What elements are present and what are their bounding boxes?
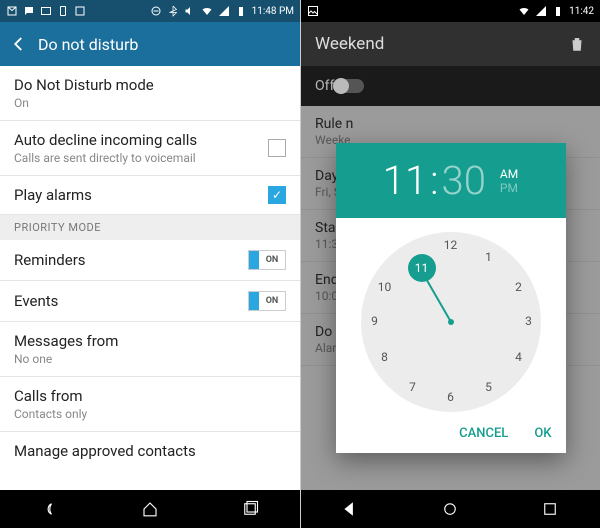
battery-icon <box>552 5 564 17</box>
nav-back-icon[interactable] <box>342 500 360 518</box>
section-priority-mode: PRIORITY MODE <box>0 215 300 240</box>
nav-recent-icon[interactable] <box>241 500 259 518</box>
off-row[interactable]: Off <box>301 66 600 106</box>
clock-num-11[interactable]: 11 <box>403 250 423 264</box>
minute-display[interactable]: 30 <box>442 157 486 204</box>
signal-icon <box>218 5 230 17</box>
clock-num-9[interactable]: 9 <box>365 314 385 328</box>
clock-face[interactable]: 11 12 1 2 3 4 5 6 7 8 9 10 11 <box>361 232 541 412</box>
nav-home-icon[interactable] <box>141 500 159 518</box>
rule-switch[interactable] <box>334 79 364 93</box>
cancel-button[interactable]: CANCEL <box>459 426 508 441</box>
clock-num-8[interactable]: 8 <box>375 350 395 364</box>
status-bar: 11:48 PM <box>0 0 300 22</box>
row-events[interactable]: Events ON <box>0 281 300 322</box>
wifi-icon <box>201 5 213 17</box>
dialog-overlay: 11 : 30 AM PM 11 12 1 2 3 <box>301 106 600 490</box>
clock-num-2[interactable]: 2 <box>509 280 529 294</box>
clock-num-7[interactable]: 7 <box>403 380 423 394</box>
clock-num-4[interactable]: 4 <box>509 350 529 364</box>
clock-num-12[interactable]: 12 <box>441 238 461 252</box>
row-manage-contacts[interactable]: Manage approved contacts <box>0 432 300 470</box>
dnd-icon <box>150 5 162 17</box>
signal-icon <box>535 5 547 17</box>
checkbox-auto-decline[interactable] <box>268 139 286 157</box>
clock-num-6[interactable]: 6 <box>441 390 461 404</box>
row-auto-decline[interactable]: Auto decline incoming calls Calls are se… <box>0 121 300 176</box>
phone-icon <box>57 5 69 17</box>
settings-list: Do Not Disturb mode On Auto decline inco… <box>0 66 300 490</box>
chat-icon <box>23 5 35 17</box>
toggle-events[interactable]: ON <box>248 291 286 311</box>
nav-bar <box>301 490 600 528</box>
nfc-icon <box>74 5 86 17</box>
title-bar: Do not disturb <box>0 22 300 66</box>
clock-num-3[interactable]: 3 <box>519 314 539 328</box>
clock-num-1[interactable]: 1 <box>479 250 499 264</box>
row-reminders[interactable]: Reminders ON <box>0 240 300 281</box>
time-picker-dialog: 11 : 30 AM PM 11 12 1 2 3 <box>336 143 566 453</box>
ok-button[interactable]: OK <box>534 426 551 441</box>
page-title: Weekend <box>315 34 384 54</box>
status-bar: 11:42 <box>301 0 600 22</box>
bluetooth-icon <box>167 5 179 17</box>
toggle-reminders[interactable]: ON <box>248 250 286 270</box>
gmail-icon <box>40 5 52 17</box>
title-bar: Weekend <box>301 22 600 66</box>
image-icon <box>307 5 319 17</box>
row-dnd-mode[interactable]: Do Not Disturb mode On <box>0 66 300 121</box>
clock-num-5[interactable]: 5 <box>479 380 499 394</box>
pm-button[interactable]: PM <box>500 181 518 195</box>
wifi-icon <box>518 5 530 17</box>
row-calls-from[interactable]: Calls from Contacts only <box>0 377 300 432</box>
hour-display[interactable]: 11 <box>383 157 427 204</box>
nav-home-icon[interactable] <box>441 500 459 518</box>
checkbox-play-alarms[interactable] <box>268 186 286 204</box>
am-button[interactable]: AM <box>500 167 518 181</box>
row-messages-from[interactable]: Messages from No one <box>0 322 300 377</box>
status-time: 11:48 PM <box>252 6 294 17</box>
nav-back-icon[interactable] <box>41 500 59 518</box>
page-title: Do not disturb <box>38 35 138 54</box>
battery-icon <box>235 5 247 17</box>
row-play-alarms[interactable]: Play alarms <box>0 176 300 215</box>
back-icon[interactable] <box>10 35 28 53</box>
nav-bar <box>0 490 300 528</box>
clock-num-10[interactable]: 10 <box>375 280 395 294</box>
status-time: 11:42 <box>569 6 594 17</box>
mute-icon <box>184 5 196 17</box>
nav-recent-icon[interactable] <box>541 500 559 518</box>
mail-icon <box>6 5 18 17</box>
delete-icon[interactable] <box>568 35 586 53</box>
